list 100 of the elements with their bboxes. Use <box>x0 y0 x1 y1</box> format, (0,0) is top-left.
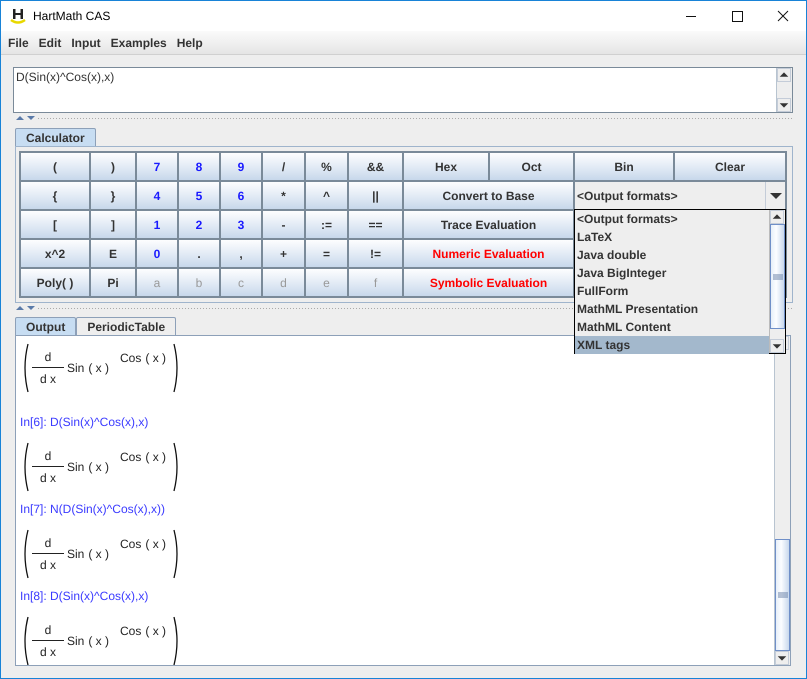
key-button[interactable]: 5 <box>178 181 220 210</box>
exponent-function: Cos <box>120 624 142 638</box>
dropdown-option[interactable]: <Output formats> <box>575 210 769 228</box>
key-button[interactable]: && <box>348 152 403 181</box>
dropdown-option[interactable]: Java double <box>575 246 769 264</box>
calc-button[interactable]: Hex <box>403 152 489 181</box>
key-button[interactable]: 4 <box>136 181 178 210</box>
scroll-down-icon[interactable] <box>777 98 791 112</box>
key-button[interactable]: != <box>348 239 403 268</box>
dropdown-option[interactable]: MathML Content <box>575 318 769 336</box>
key-button[interactable]: ) <box>90 152 136 181</box>
key-button[interactable]: 2 <box>178 210 220 239</box>
scroll-up-icon[interactable] <box>770 210 784 224</box>
key-button[interactable]: 9 <box>220 152 262 181</box>
key-button[interactable]: == <box>348 210 403 239</box>
app-logo-icon <box>10 8 26 24</box>
exponent-argument: ( x ) <box>145 450 166 464</box>
key-button[interactable]: , <box>220 239 262 268</box>
dropdown-arrow-icon[interactable] <box>768 190 782 200</box>
tab[interactable]: Calculator <box>15 128 96 146</box>
key-button[interactable]: { <box>20 181 90 210</box>
splitter-arrows-icon[interactable] <box>15 304 37 312</box>
numerator: d <box>32 623 64 641</box>
scroll-thumb[interactable] <box>775 539 790 651</box>
key-button[interactable]: * <box>262 181 305 210</box>
splitter-arrows-icon[interactable] <box>15 114 37 122</box>
scroll-down-icon[interactable] <box>775 651 789 665</box>
function-argument: ( x ) <box>88 547 110 561</box>
function-argument: ( x ) <box>88 460 110 474</box>
window-title: HartMath CAS <box>33 9 112 23</box>
calc-button[interactable]: Bin <box>574 152 674 181</box>
menu-item[interactable]: Examples <box>106 36 172 50</box>
exponent-function: Cos <box>120 351 142 365</box>
dropdown-option[interactable]: FullForm <box>575 282 769 300</box>
tab[interactable]: PeriodicTable <box>76 317 176 335</box>
calc-button[interactable]: Convert to Base <box>403 181 574 210</box>
dropdown-option[interactable]: LaTeX <box>575 228 769 246</box>
exponent-argument: ( x ) <box>145 624 166 638</box>
key-button[interactable]: 7 <box>136 152 178 181</box>
key-button[interactable]: Pi <box>90 268 136 297</box>
function-name: Sin <box>67 634 84 648</box>
key-button[interactable]: := <box>305 210 348 239</box>
key-button[interactable]: 8 <box>178 152 220 181</box>
exponent-argument: ( x ) <box>145 537 166 551</box>
key-button[interactable]: || <box>348 181 403 210</box>
key-button[interactable]: 6 <box>220 181 262 210</box>
menu-item[interactable]: File <box>3 36 34 50</box>
key-button[interactable]: ] <box>90 210 136 239</box>
key-button[interactable]: . <box>178 239 220 268</box>
input-text: D(Sin(x)^Cos(x),x) <box>15 69 116 86</box>
numerator: d <box>32 350 64 368</box>
dropdown-value: <Output formats> <box>576 188 679 202</box>
key-button[interactable]: Poly( ) <box>20 268 90 297</box>
function-name: Sin <box>67 361 84 375</box>
exponent-function: Cos <box>120 537 142 551</box>
tab[interactable]: Output <box>15 317 76 335</box>
key-button[interactable]: / <box>262 152 305 181</box>
dropdown-option[interactable]: Java BigInteger <box>575 264 769 282</box>
key-button[interactable]: + <box>262 239 305 268</box>
key-button[interactable]: - <box>262 210 305 239</box>
numerator: d <box>32 536 64 554</box>
input-echo: In[6]: D(Sin(x)^Cos(x),x) <box>20 415 150 430</box>
input-echo: In[7]: N(D(Sin(x)^Cos(x),x)) <box>20 502 166 517</box>
grip-icon <box>778 592 788 598</box>
scroll-thumb[interactable] <box>770 224 785 329</box>
denominator: d x <box>40 557 56 572</box>
input-echo: In[8]: D(Sin(x)^Cos(x),x) <box>20 589 150 604</box>
key-button[interactable]: % <box>305 152 348 181</box>
denominator: d x <box>40 644 56 659</box>
calc-button[interactable]: Trace Evaluation <box>403 210 574 239</box>
key-button[interactable]: x^2 <box>20 239 90 268</box>
denominator: d x <box>40 371 56 386</box>
splitter-handle[interactable] <box>37 116 794 120</box>
scroll-up-icon[interactable] <box>777 68 791 82</box>
key-button[interactable]: ( <box>20 152 90 181</box>
dropdown-option[interactable]: XML tags <box>575 336 769 354</box>
numerator: d <box>32 449 64 467</box>
function-name: Sin <box>67 460 84 474</box>
key-button[interactable]: = <box>305 239 348 268</box>
dropdown-option[interactable]: MathML Presentation <box>575 300 769 318</box>
key-button[interactable]: ^ <box>305 181 348 210</box>
calc-button[interactable]: Oct <box>489 152 574 181</box>
menu-item[interactable]: Help <box>172 36 208 50</box>
key-button[interactable]: 3 <box>220 210 262 239</box>
key-button[interactable]: } <box>90 181 136 210</box>
key-button[interactable]: [ <box>20 210 90 239</box>
menu-item[interactable]: Edit <box>34 36 66 50</box>
input-field[interactable]: D(Sin(x)^Cos(x),x) <box>13 67 793 113</box>
grip-icon <box>772 274 782 280</box>
denominator: d x <box>40 470 56 485</box>
function-name: Sin <box>67 547 84 561</box>
key-button[interactable]: 1 <box>136 210 178 239</box>
exponent-function: Cos <box>120 450 142 464</box>
key-button[interactable]: 0 <box>136 239 178 268</box>
menu-item[interactable]: Input <box>66 36 106 50</box>
function-argument: ( x ) <box>88 634 110 648</box>
key-button[interactable]: E <box>90 239 136 268</box>
scroll-down-icon[interactable] <box>770 339 784 353</box>
exponent-argument: ( x ) <box>145 351 166 365</box>
calc-button[interactable]: Clear <box>674 152 786 181</box>
